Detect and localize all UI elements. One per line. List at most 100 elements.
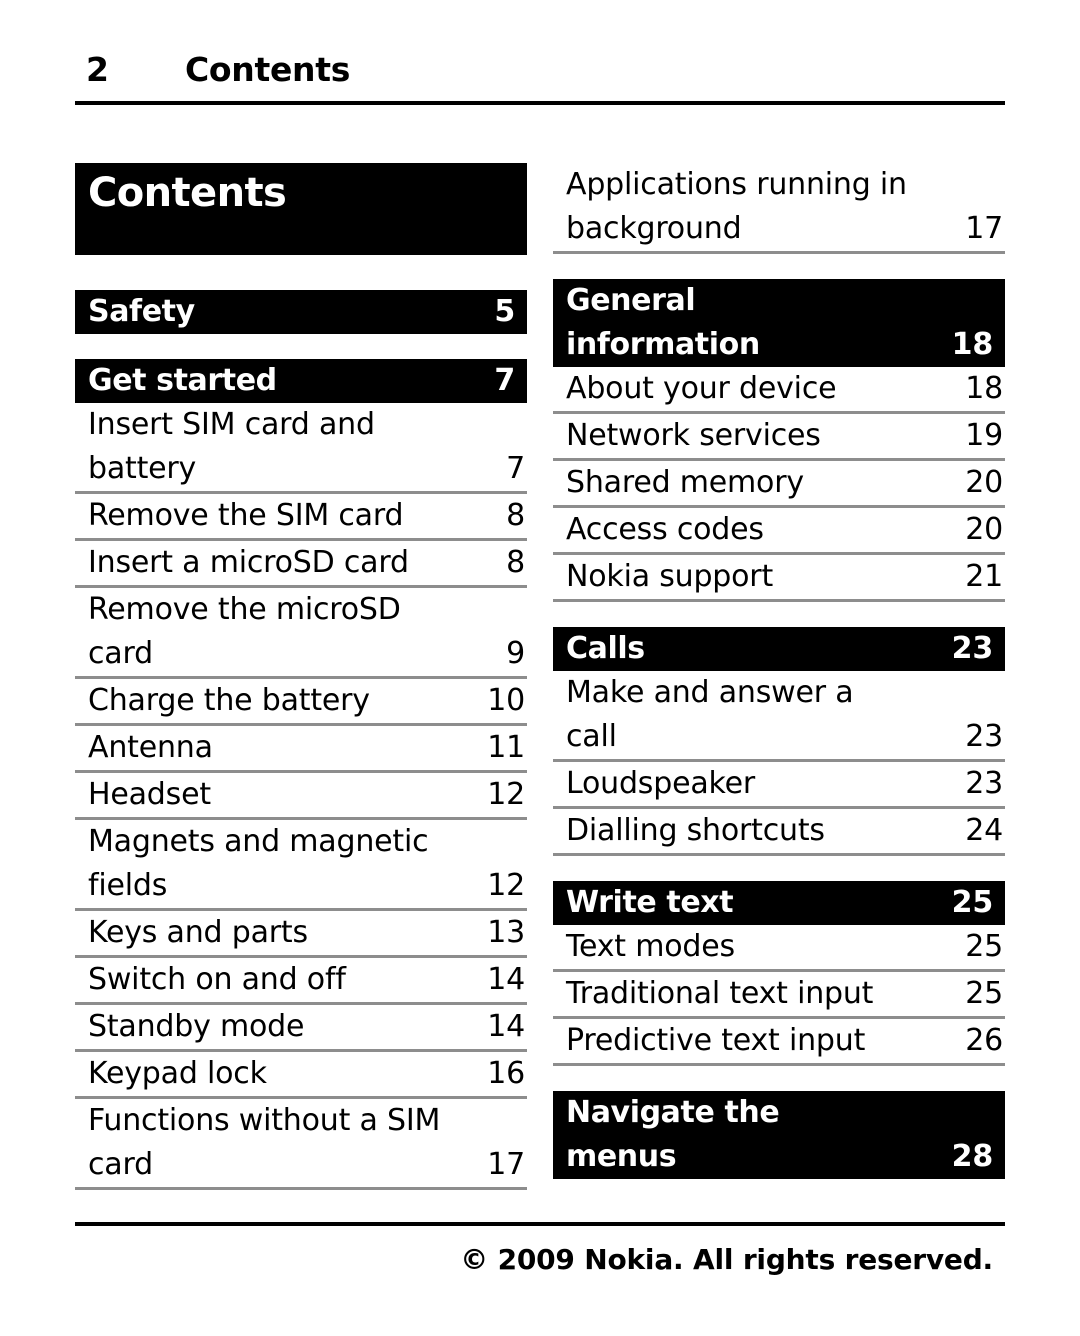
toc-entry-page-number: 23	[965, 766, 1003, 801]
toc-entry-row[interactable]: Nokia support 21	[553, 555, 1005, 602]
toc-entry-page-number: 16	[487, 1056, 525, 1091]
toc-entry-row[interactable]: Make and answer a call 23	[553, 671, 1005, 762]
toc-section-row[interactable]: Get started 7	[75, 359, 527, 403]
toc-entry-label: Applications running in background	[566, 167, 907, 246]
toc-entry-page-number: 10	[487, 683, 525, 718]
toc-row-inner: Insert a microSD card 8	[88, 541, 525, 585]
running-header: 2 Contents	[75, 47, 1005, 105]
toc-row-inner: Calls 23	[566, 627, 993, 671]
toc-entry-page-number: 8	[506, 498, 525, 533]
toc-row-inner: Charge the battery 10	[88, 679, 525, 723]
toc-entry-page-number: 17	[965, 211, 1003, 246]
toc-entry-row[interactable]: Headset 12	[75, 773, 527, 820]
toc-entry-label: General information	[566, 283, 760, 362]
toc-row-inner: Loudspeaker 23	[566, 762, 1003, 806]
toc-row-inner: Traditional text input 25	[566, 972, 1003, 1016]
toc-entry-page-number: 12	[487, 777, 525, 812]
toc-entry-label: Insert a microSD card	[88, 545, 409, 580]
toc-row-inner: Navigate the menus 28	[566, 1091, 993, 1179]
toc-entry-page-number: 20	[965, 512, 1003, 547]
toc-entry-row[interactable]: Remove the microSD card 9	[75, 588, 527, 679]
contents-title-label: Contents	[88, 170, 287, 216]
toc-row-inner: Network services 19	[566, 414, 1003, 458]
toc-entry-row[interactable]: Access codes 20	[553, 508, 1005, 555]
toc-row-inner: Access codes 20	[566, 508, 1003, 552]
toc-row-inner: Write text 25	[566, 881, 993, 925]
toc-entry-label: Text modes	[566, 929, 735, 964]
toc-entry-label: Switch on and off	[88, 962, 346, 997]
toc-row-inner: Keypad lock 16	[88, 1052, 525, 1096]
toc-entry-row[interactable]: About your device 18	[553, 367, 1005, 414]
toc-entry-page-number: 8	[506, 545, 525, 580]
toc-entry-label: Access codes	[566, 512, 764, 547]
toc-entry-label: Functions without a SIM card	[88, 1103, 441, 1182]
toc-entry-label: Network services	[566, 418, 821, 453]
toc-entry-page-number: 12	[487, 868, 525, 903]
toc-column-left: Contents Safety 5 Get started 7 Insert SIM ca…	[75, 163, 527, 1190]
toc-entry-page-number: 23	[951, 631, 994, 666]
toc-entry-row[interactable]: Keys and parts 13	[75, 911, 527, 958]
toc-entry-page-number: 25	[965, 976, 1003, 1011]
toc-row-inner: Predictive text input 26	[566, 1019, 1003, 1063]
toc-entry-row[interactable]: Dialling shortcuts 24	[553, 809, 1005, 856]
toc-section-row[interactable]: General information 18	[553, 279, 1005, 367]
toc-entry-row[interactable]: Insert SIM card and battery 7	[75, 403, 527, 494]
toc-entry-row[interactable]: Loudspeaker 23	[553, 762, 1005, 809]
toc-entry-page-number: 20	[965, 465, 1003, 500]
toc-entry-row[interactable]: Magnets and magnetic fields 12	[75, 820, 527, 911]
toc-row-inner: Magnets and magnetic fields 12	[88, 820, 525, 908]
toc-entry-row[interactable]: Remove the SIM card 8	[75, 494, 527, 541]
toc-entry-row[interactable]: Switch on and off 14	[75, 958, 527, 1005]
header-page-number: 2	[86, 50, 109, 89]
toc-entry-row[interactable]: Traditional text input 25	[553, 972, 1005, 1019]
toc-entry-row[interactable]: Standby mode 14	[75, 1005, 527, 1052]
toc-entry-label: Traditional text input	[566, 976, 874, 1011]
toc-entry-row[interactable]: Insert a microSD card 8	[75, 541, 527, 588]
toc-section-row[interactable]: Calls 23	[553, 627, 1005, 671]
toc-section-row[interactable]: Write text 25	[553, 881, 1005, 925]
toc-row-inner: Functions without a SIM card 17	[88, 1099, 525, 1187]
toc-entry-row[interactable]: Charge the battery 10	[75, 679, 527, 726]
toc-entry-row[interactable]: Keypad lock 16	[75, 1052, 527, 1099]
toc-entry-row[interactable]: Network services 19	[553, 414, 1005, 461]
toc-row-inner: Safety 5	[88, 290, 515, 334]
toc-entry-page-number: 28	[951, 1139, 994, 1174]
toc-entry-label: Keypad lock	[88, 1056, 267, 1091]
toc-column-right: Applications running in background 17 Gene…	[553, 163, 1005, 1179]
toc-row-inner: Insert SIM card and battery 7	[88, 403, 525, 491]
toc-section-row[interactable]: Safety 5	[75, 290, 527, 334]
toc-row-inner: Standby mode 14	[88, 1005, 525, 1049]
toc-row-inner: Contents	[88, 163, 515, 255]
toc-entry-page-number: 26	[965, 1023, 1003, 1058]
toc-entry-row[interactable]: Antenna 11	[75, 726, 527, 773]
toc-entry-row[interactable]: Predictive text input 26	[553, 1019, 1005, 1066]
toc-entry-row[interactable]: Functions without a SIM card 17	[75, 1099, 527, 1190]
toc-entry-page-number: 23	[965, 719, 1003, 754]
toc-row-inner: Remove the SIM card 8	[88, 494, 525, 538]
toc-row-inner: About your device 18	[566, 367, 1003, 411]
toc-entry-row[interactable]: Text modes 25	[553, 925, 1005, 972]
toc-row-inner: Keys and parts 13	[88, 911, 525, 955]
toc-entry-page-number: 21	[965, 559, 1003, 594]
copyright-notice: © 2009 Nokia. All rights reserved.	[460, 1243, 993, 1276]
toc-entry-label: Charge the battery	[88, 683, 370, 718]
toc-entry-page-number: 11	[487, 730, 525, 765]
toc-section-row[interactable]: Navigate the menus 28	[553, 1091, 1005, 1179]
toc-entry-row[interactable]: Applications running in background 17	[553, 163, 1005, 254]
toc-row-inner: Switch on and off 14	[88, 958, 525, 1002]
toc-entry-page-number: 7	[494, 363, 515, 398]
toc-entry-row[interactable]: Shared memory 20	[553, 461, 1005, 508]
toc-row-inner: Make and answer a call 23	[566, 671, 1003, 759]
toc-row-inner: Remove the microSD card 9	[88, 588, 525, 676]
toc-row-inner: Applications running in background 17	[566, 163, 1003, 251]
toc-entry-page-number: 14	[487, 1009, 525, 1044]
toc-entry-label: Keys and parts	[88, 915, 308, 950]
toc-entry-page-number: 17	[487, 1147, 525, 1182]
toc-entry-page-number: 25	[951, 885, 994, 920]
